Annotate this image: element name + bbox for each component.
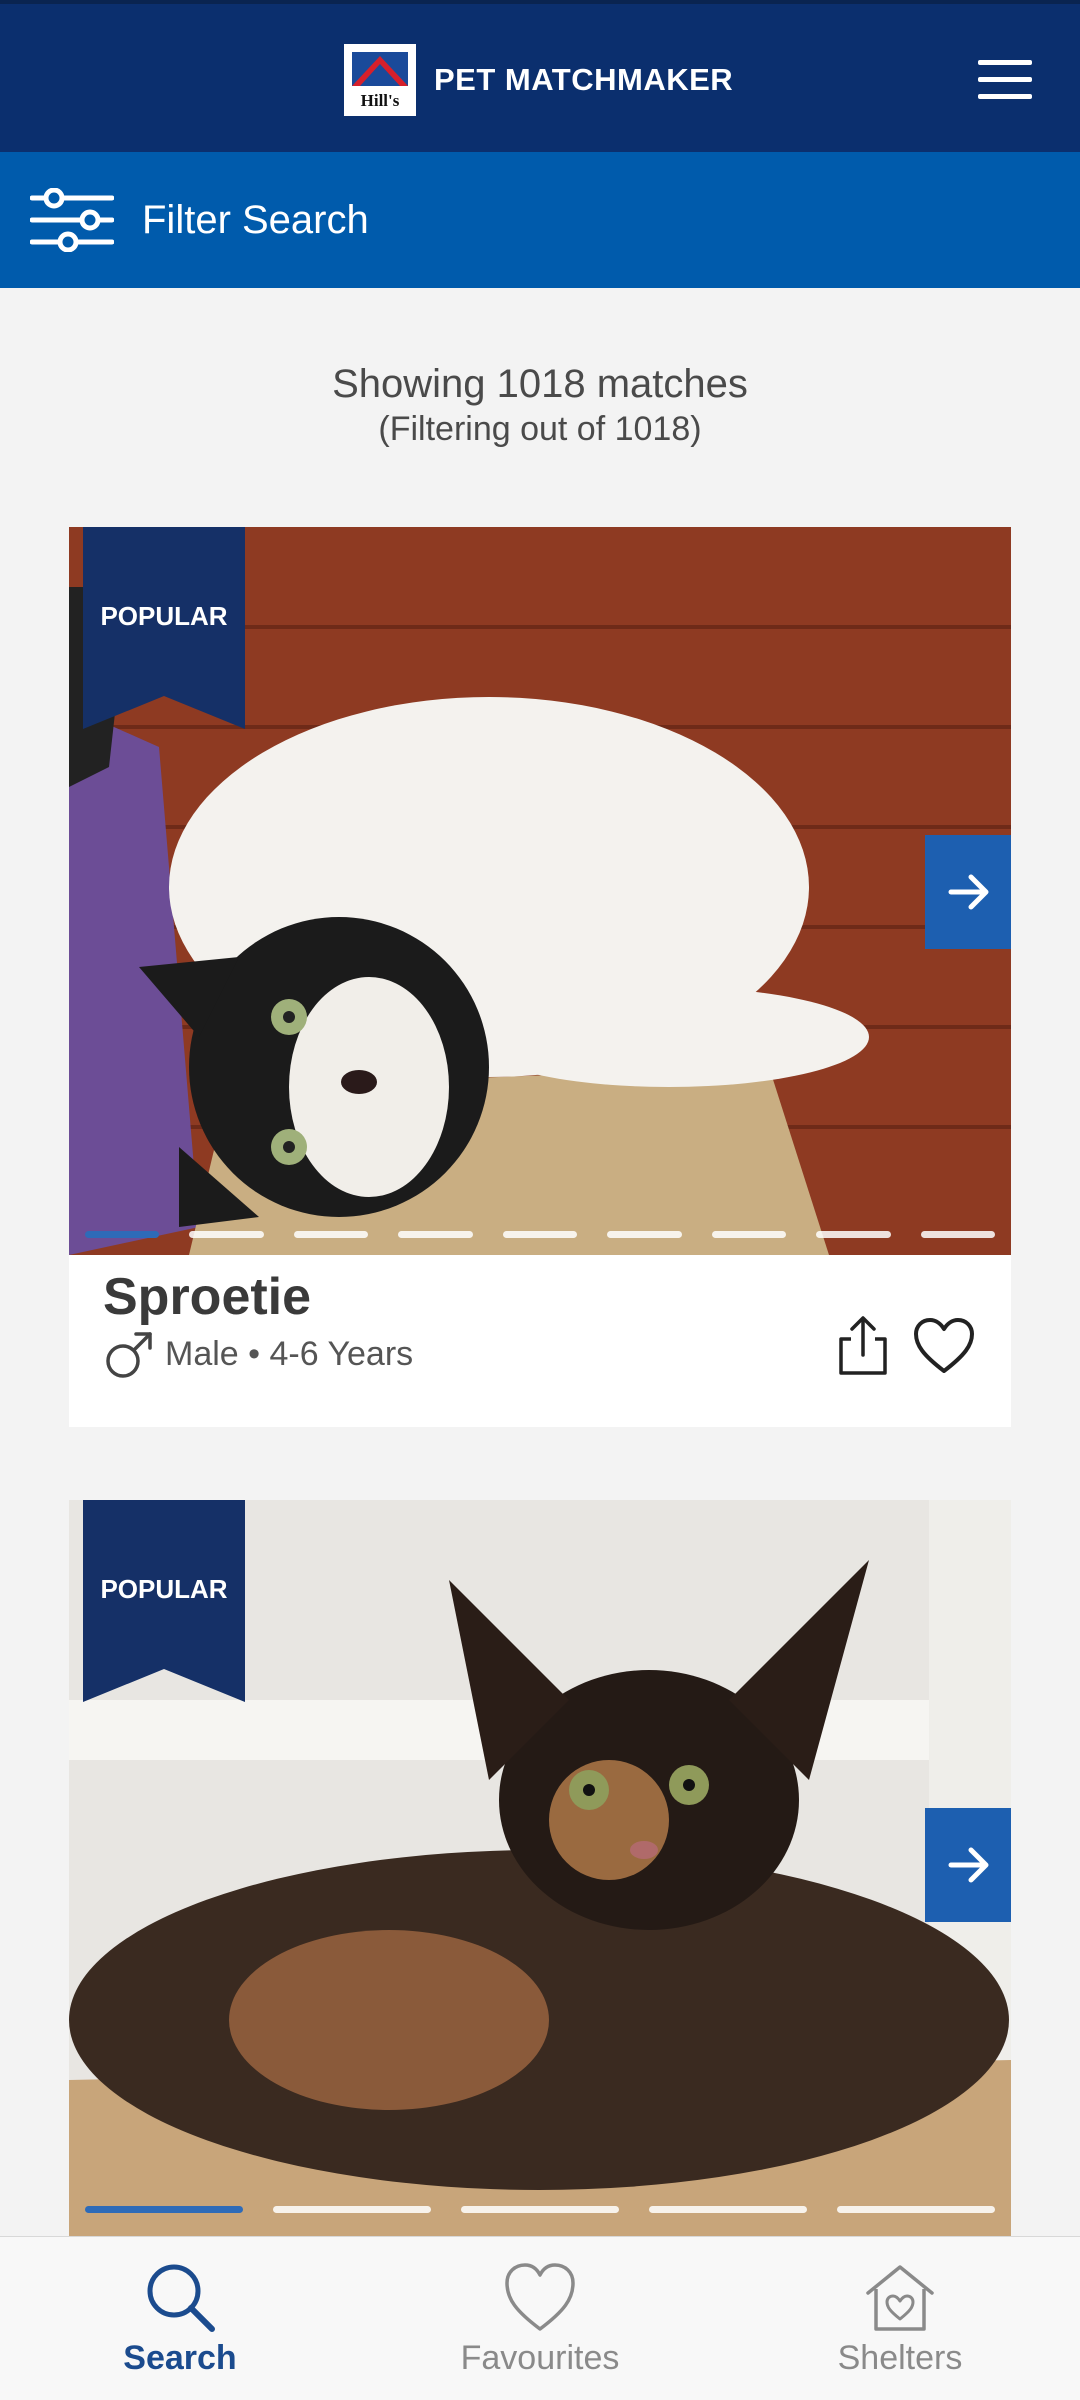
photo-pagination [85, 2206, 995, 2213]
nav-search[interactable]: Search [60, 2237, 300, 2400]
hills-logo-icon: Hill's [346, 46, 414, 114]
filter-search-label: Filter Search [142, 198, 369, 242]
app-header: Hill's PET MATCHMAKER [0, 0, 1080, 152]
pet-photo[interactable]: POPULAR [69, 1500, 1011, 2236]
photo-dot[interactable] [837, 2206, 995, 2213]
house-heart-icon [866, 2265, 934, 2331]
bottom-navigation: Search Favourites Shelters [0, 2236, 1080, 2400]
nav-shelters-label: Shelters [837, 2339, 963, 2377]
app-screen: Hill's PET MATCHMAKER Filter Search Show… [0, 0, 1080, 2400]
photo-pagination [85, 1231, 995, 1238]
pet-name: Sproetie [103, 1268, 312, 1326]
heart-icon [505, 2263, 575, 2331]
pet-photo[interactable]: POPULAR [69, 527, 1011, 1255]
app-title: PET MATCHMAKER [434, 62, 734, 97]
photo-dot[interactable] [649, 2206, 807, 2213]
share-icon[interactable] [837, 1315, 889, 1377]
match-filter-text: (Filtering out of 1018) [378, 410, 702, 448]
photo-dot[interactable] [461, 2206, 619, 2213]
heart-icon[interactable] [913, 1317, 975, 1375]
photo-dot[interactable] [293, 1231, 369, 1238]
male-icon [106, 1332, 152, 1378]
filter-search-bar[interactable]: Filter Search [0, 152, 1080, 288]
nav-favourites-label: Favourites [460, 2339, 620, 2377]
photo-dot[interactable] [398, 1231, 473, 1238]
arrow-right-icon [948, 1847, 989, 1883]
pet-gender-age: Male • 4-6 Years [165, 1335, 414, 1373]
popular-badge-label: POPULAR [100, 1574, 228, 1604]
photo-dot[interactable] [502, 1231, 578, 1238]
match-count-text: Showing 1018 matches [332, 362, 748, 406]
photo-dot[interactable] [85, 1231, 160, 1238]
search-icon [147, 2264, 215, 2332]
photo-dot[interactable] [607, 1231, 682, 1238]
pet-card[interactable]: POPULAR Sproetie Male • 4-6 Years [69, 527, 1011, 1427]
nav-search-label: Search [123, 2339, 237, 2377]
hills-logo: Hill's [344, 44, 416, 116]
photo-dot[interactable] [85, 2206, 243, 2213]
popular-badge-label: POPULAR [100, 601, 228, 631]
next-photo-button[interactable] [925, 1808, 1011, 1922]
nav-shelters[interactable]: Shelters [780, 2237, 1020, 2400]
photo-dot[interactable] [189, 1231, 264, 1238]
svg-text:Hill's: Hill's [361, 91, 400, 110]
nav-favourites[interactable]: Favourites [420, 2237, 660, 2400]
photo-dot[interactable] [711, 1231, 787, 1238]
arrow-right-icon [948, 874, 989, 910]
photo-dot[interactable] [816, 1231, 891, 1238]
next-photo-button[interactable] [925, 835, 1011, 949]
photo-dot[interactable] [273, 2206, 431, 2213]
sliders-icon [30, 188, 114, 252]
pet-card[interactable]: POPULAR [69, 1500, 1011, 2240]
photo-dot[interactable] [920, 1231, 995, 1238]
hamburger-menu-icon[interactable] [978, 60, 1036, 104]
